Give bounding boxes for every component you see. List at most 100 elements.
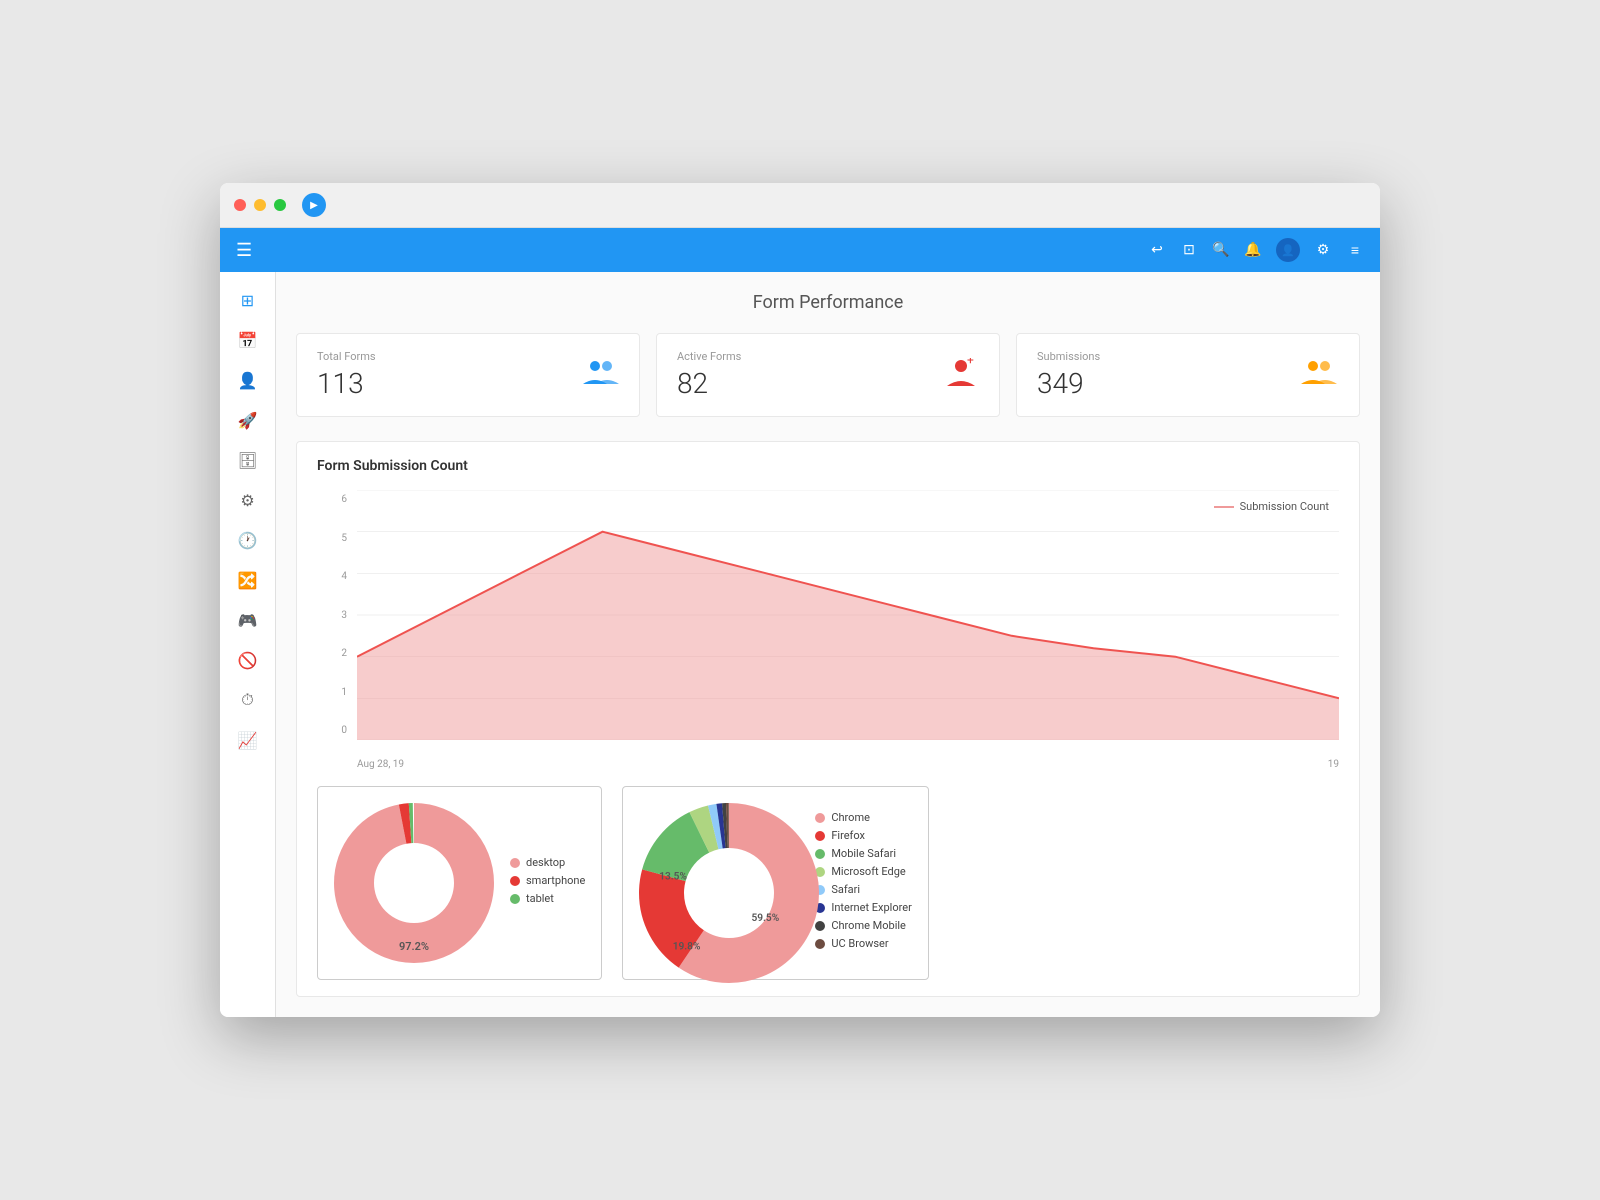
svg-text:59.5%: 59.5% — [752, 913, 780, 924]
pie-card-devices: 97.2% desktop smartphone — [317, 786, 602, 980]
stat-info-total: Total Forms 113 — [317, 350, 376, 400]
legend-label-tablet: tablet — [526, 892, 554, 905]
legend-label-chrome-mobile: Chrome Mobile — [831, 919, 906, 932]
pie-chart-devices — [334, 803, 494, 963]
title-bar: ▶ — [220, 183, 1380, 228]
sidebar: ⊞ 📅 👤 🚀 🗄 ⚙ 🕐 🔀 🎮 🚫 ⏱ 📈 — [220, 272, 276, 1017]
stat-label-total: Total Forms — [317, 350, 376, 363]
sidebar-item-chart[interactable]: 📈 — [228, 722, 268, 758]
legend-edge: Microsoft Edge — [815, 865, 911, 878]
legend-dot-desktop — [510, 858, 520, 868]
total-forms-icon — [583, 358, 619, 393]
legend-ie: Internet Explorer — [815, 901, 911, 914]
pie-charts-row: 97.2% desktop smartphone — [317, 786, 1339, 980]
legend-label-mobile-safari: Mobile Safari — [831, 847, 896, 860]
legend-safari: Safari — [815, 883, 911, 896]
svg-text:13.5%: 13.5% — [660, 872, 688, 883]
x-axis: Aug 28, 19 19 — [357, 759, 1339, 770]
fullscreen-icon[interactable]: ⊡ — [1180, 241, 1198, 259]
y-label-6: 6 — [317, 494, 347, 505]
y-axis: 0 1 2 3 4 5 6 — [317, 490, 347, 740]
avatar[interactable]: 👤 — [1276, 238, 1300, 262]
settings-icon[interactable]: ⚙ — [1314, 241, 1332, 259]
y-label-1: 1 — [317, 687, 347, 698]
legend-tablet: tablet — [510, 892, 585, 905]
legend-dot-tablet — [510, 894, 520, 904]
stat-label-active: Active Forms — [677, 350, 741, 363]
legend-label-desktop: desktop — [526, 856, 565, 869]
minimize-button[interactable] — [254, 199, 266, 211]
legend-label-edge: Microsoft Edge — [831, 865, 905, 878]
pie-label-devices: 97.2% — [399, 940, 429, 953]
legend-line — [1214, 506, 1234, 508]
sidebar-item-database[interactable]: 🗄 — [228, 442, 268, 478]
chart-section: Form Submission Count 0 1 2 3 4 5 6 — [296, 441, 1360, 997]
sidebar-item-gamepad[interactable]: 🎮 — [228, 602, 268, 638]
legend-label: Submission Count — [1240, 500, 1329, 514]
pie-card-browsers: 19.8% 13.5% 59.5% Chrome — [622, 786, 928, 980]
legend-chrome: Chrome — [815, 811, 911, 824]
browser-legend: Chrome Firefox Mobile Safari — [815, 811, 911, 955]
sidebar-item-block[interactable]: 🚫 — [228, 642, 268, 678]
more-icon[interactable]: ≡ — [1346, 241, 1364, 259]
stat-cards: Total Forms 113 Act — [296, 333, 1360, 417]
close-button[interactable] — [234, 199, 246, 211]
stat-card-total-forms: Total Forms 113 — [296, 333, 640, 417]
y-label-2: 2 — [317, 648, 347, 659]
chart-legend: Submission Count — [1214, 500, 1329, 514]
sidebar-item-calendar[interactable]: 📅 — [228, 322, 268, 358]
stat-info-active: Active Forms 82 — [677, 350, 741, 400]
stat-value-sub: 349 — [1037, 367, 1100, 400]
sidebar-item-timer[interactable]: ⏱ — [228, 682, 268, 718]
sidebar-item-settings-circle[interactable]: ⚙ — [228, 482, 268, 518]
legend-label-uc-browser: UC Browser — [831, 937, 888, 950]
sidebar-item-dashboard[interactable]: ⊞ — [228, 282, 268, 318]
menu-icon[interactable]: ☰ — [236, 240, 252, 261]
search-icon[interactable]: 🔍 — [1212, 241, 1230, 259]
device-legend: desktop smartphone tablet — [510, 856, 585, 910]
main-content: Form Performance Total Forms 113 — [276, 272, 1380, 1017]
notification-icon[interactable]: 🔔 — [1244, 241, 1262, 259]
stat-value-total: 113 — [317, 367, 376, 400]
legend-label-chrome: Chrome — [831, 811, 870, 824]
y-label-4: 4 — [317, 571, 347, 582]
legend-label-firefox: Firefox — [831, 829, 865, 842]
legend-label-ie: Internet Explorer — [831, 901, 911, 914]
sidebar-item-hierarchy[interactable]: 🔀 — [228, 562, 268, 598]
browser-window: ▶ ☰ ↩ ⊡ 🔍 🔔 👤 ⚙ ≡ ⊞ 📅 👤 🚀 🗄 ⚙ 🕐 🔀 🎮 🚫 — [220, 183, 1380, 1017]
svg-text:19.8%: 19.8% — [673, 941, 701, 952]
app-bar-actions: ↩ ⊡ 🔍 🔔 👤 ⚙ ≡ — [1148, 238, 1364, 262]
main-layout: ⊞ 📅 👤 🚀 🗄 ⚙ 🕐 🔀 🎮 🚫 ⏱ 📈 Form Performance… — [220, 272, 1380, 1017]
chart-container: 0 1 2 3 4 5 6 — [317, 490, 1339, 770]
sidebar-item-launch[interactable]: 🚀 — [228, 402, 268, 438]
back-icon[interactable]: ↩ — [1148, 241, 1166, 259]
maximize-button[interactable] — [274, 199, 286, 211]
legend-dot-smartphone — [510, 876, 520, 886]
legend-mobile-safari: Mobile Safari — [815, 847, 911, 860]
svg-text:+: + — [967, 358, 974, 367]
chart-title: Form Submission Count — [317, 458, 1339, 474]
stat-card-submissions: Submissions 349 — [1016, 333, 1360, 417]
legend-chrome-mobile: Chrome Mobile — [815, 919, 911, 932]
legend-label-safari: Safari — [831, 883, 860, 896]
pie-chart-browsers: 19.8% 13.5% 59.5% — [639, 803, 819, 983]
submissions-icon — [1299, 358, 1339, 393]
legend-smartphone: smartphone — [510, 874, 585, 887]
sidebar-item-user[interactable]: 👤 — [228, 362, 268, 398]
stat-value-active: 82 — [677, 367, 741, 400]
y-label-5: 5 — [317, 533, 347, 544]
app-bar: ☰ ↩ ⊡ 🔍 🔔 👤 ⚙ ≡ — [220, 228, 1380, 272]
pie-wrapper-devices: 97.2% — [334, 803, 494, 963]
y-label-3: 3 — [317, 610, 347, 621]
active-forms-icon: + — [943, 358, 979, 393]
legend-label-smartphone: smartphone — [526, 874, 585, 887]
legend-firefox: Firefox — [815, 829, 911, 842]
y-label-0: 0 — [317, 725, 347, 736]
legend-uc-browser: UC Browser — [815, 937, 911, 950]
stat-card-active-forms: Active Forms 82 + — [656, 333, 1000, 417]
page-title: Form Performance — [296, 292, 1360, 313]
sidebar-item-clock[interactable]: 🕐 — [228, 522, 268, 558]
area-chart — [357, 490, 1339, 740]
stat-label-sub: Submissions — [1037, 350, 1100, 363]
legend-desktop: desktop — [510, 856, 585, 869]
